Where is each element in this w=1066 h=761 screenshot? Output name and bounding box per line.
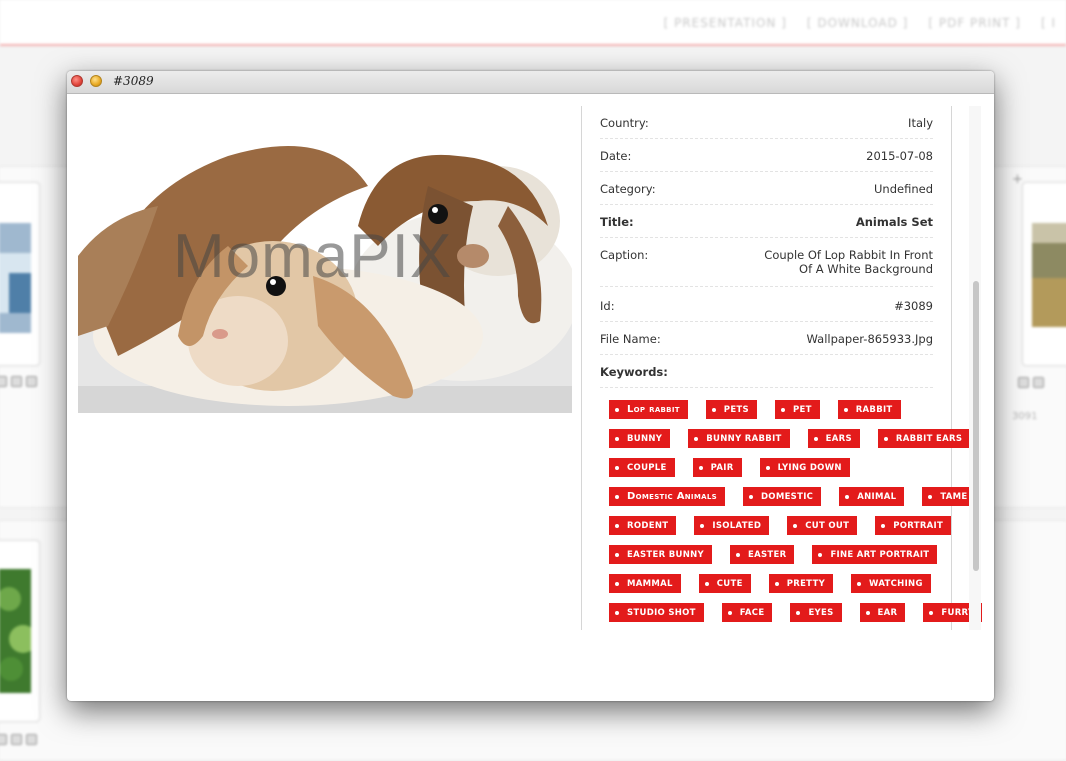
keyword-row: STUDIO SHOT FACE EYES EAR FURRY bbox=[609, 603, 983, 622]
detail-value: Wallpaper-865933.Jpg bbox=[806, 332, 933, 346]
detail-label: File Name: bbox=[600, 332, 661, 346]
keyword-tag[interactable]: PET bbox=[774, 400, 820, 419]
detail-value: 2015-07-08 bbox=[866, 149, 933, 163]
scrollbar-thumb[interactable] bbox=[973, 281, 979, 571]
thumbnail-id: 3091 bbox=[1012, 411, 1038, 422]
nav-download[interactable]: [ DOWNLOAD ] bbox=[797, 16, 918, 30]
keyword-tag[interactable]: WATCHING bbox=[851, 574, 931, 593]
keyword-list: Lop rabbit PETS PET RABBIT BUNNY BUNNY R… bbox=[609, 400, 983, 632]
detail-keywords-header: Keywords: bbox=[600, 355, 933, 388]
detail-value: Couple Of Lop Rabbit In Front Of A White… bbox=[764, 248, 933, 276]
keyword-tag[interactable]: BUNNY RABBIT bbox=[688, 429, 790, 448]
detail-caption: Caption: Couple Of Lop Rabbit In Front O… bbox=[600, 238, 933, 287]
column-divider bbox=[581, 106, 582, 630]
keyword-tag[interactable]: EASTER BUNNY bbox=[609, 545, 712, 564]
keyword-tag[interactable]: STUDIO SHOT bbox=[609, 603, 704, 622]
keyword-tag[interactable]: EYES bbox=[790, 603, 842, 622]
photo-detail-window: #3089 MomaPIX Country: Italy Date: 2015-… bbox=[67, 71, 994, 701]
plus-icon[interactable]: + bbox=[1012, 172, 1023, 187]
detail-country: Country: Italy bbox=[600, 106, 933, 139]
detail-label: Category: bbox=[600, 182, 656, 196]
keyword-tag[interactable]: TAME bbox=[922, 487, 976, 506]
keyword-row: RODENT ISOLATED CUT OUT PORTRAIT bbox=[609, 516, 952, 535]
keyword-row: MAMMAL CUTE PRETTY WATCHING bbox=[609, 574, 939, 593]
keyword-row: COUPLE PAIR LYING DOWN bbox=[609, 458, 939, 477]
thumbnail-card[interactable] bbox=[1022, 182, 1066, 366]
keyword-tag[interactable]: MAMMAL bbox=[609, 574, 681, 593]
keyword-tag[interactable]: BUNNY bbox=[609, 429, 671, 448]
keyword-tag[interactable]: Lop rabbit bbox=[609, 400, 688, 419]
keyword-tag[interactable]: EASTER bbox=[729, 545, 795, 564]
thumbnail-image bbox=[1032, 223, 1066, 327]
detail-label: Date: bbox=[600, 149, 632, 163]
detail-label: Caption: bbox=[600, 248, 649, 262]
keyword-tag[interactable]: LYING DOWN bbox=[759, 458, 850, 477]
detail-label: Country: bbox=[600, 116, 649, 130]
keyword-tag[interactable]: EARS bbox=[807, 429, 860, 448]
top-nav: [ PRESENTATION ] [ DOWNLOAD ] [ PDF PRIN… bbox=[654, 16, 1066, 30]
keyword-tag[interactable]: PAIR bbox=[692, 458, 742, 477]
thumbnail-actions[interactable] bbox=[0, 376, 37, 387]
keyword-tag[interactable]: CUT OUT bbox=[787, 516, 858, 535]
detail-file-name: File Name: Wallpaper-865933.Jpg bbox=[600, 322, 933, 355]
keyword-row: EASTER BUNNY EASTER FINE ART PORTRAIT bbox=[609, 545, 939, 564]
nav-pdf-print[interactable]: [ PDF PRINT ] bbox=[918, 16, 1031, 30]
keyword-row: Domestic Animals DOMESTIC ANIMAL TAME bbox=[609, 487, 976, 506]
keyword-tag[interactable]: FINE ART PORTRAIT bbox=[812, 545, 938, 564]
column-divider bbox=[951, 106, 952, 630]
detail-id: Id: #3089 bbox=[600, 287, 933, 322]
keyword-tag[interactable]: COUPLE bbox=[609, 458, 675, 477]
thumbnail-card[interactable] bbox=[0, 540, 40, 722]
keyword-tag[interactable]: PETS bbox=[705, 400, 757, 419]
thumbnail-image bbox=[0, 569, 31, 693]
thumbnail-actions[interactable] bbox=[1018, 377, 1044, 388]
detail-label: Id: bbox=[600, 299, 615, 313]
detail-category: Category: Undefined bbox=[600, 172, 933, 205]
detail-value: Animals Set bbox=[855, 215, 933, 229]
keyword-tag[interactable]: CUTE bbox=[698, 574, 751, 593]
photo-preview: MomaPIX bbox=[78, 106, 572, 413]
keyword-tag[interactable]: ISOLATED bbox=[694, 516, 770, 535]
minimize-icon[interactable] bbox=[90, 75, 102, 87]
detail-value: Undefined bbox=[874, 182, 933, 196]
keyword-tag[interactable]: PRETTY bbox=[768, 574, 834, 593]
window-title: #3089 bbox=[113, 74, 154, 88]
detail-title: Title: Animals Set bbox=[600, 205, 933, 238]
detail-value: #3089 bbox=[894, 299, 933, 313]
detail-date: Date: 2015-07-08 bbox=[600, 139, 933, 172]
nav-more[interactable]: [ I bbox=[1031, 16, 1066, 30]
detail-value: Italy bbox=[908, 116, 933, 130]
keyword-tag[interactable]: EAR bbox=[859, 603, 906, 622]
watermark: MomaPIX bbox=[173, 222, 453, 291]
keyword-tag[interactable]: RODENT bbox=[609, 516, 677, 535]
thumbnail-image bbox=[0, 223, 31, 333]
keyword-tag[interactable]: ANIMAL bbox=[839, 487, 905, 506]
detail-label: Title: bbox=[600, 215, 634, 229]
close-icon[interactable] bbox=[71, 75, 83, 87]
keyword-tag[interactable]: FACE bbox=[721, 603, 773, 622]
keyword-row: BUNNY BUNNY RABBIT EARS RABBIT EARS bbox=[609, 429, 971, 448]
window-titlebar[interactable]: #3089 bbox=[67, 71, 994, 94]
keywords-label: Keywords: bbox=[600, 365, 668, 379]
keyword-tag[interactable]: RABBIT bbox=[837, 400, 901, 419]
keyword-tag[interactable]: PORTRAIT bbox=[875, 516, 952, 535]
keyword-tag[interactable]: RABBIT EARS bbox=[877, 429, 971, 448]
keyword-tag[interactable]: Domestic Animals bbox=[609, 487, 725, 506]
keyword-tag[interactable]: DOMESTIC bbox=[742, 487, 822, 506]
thumbnail-actions[interactable] bbox=[0, 734, 37, 745]
keyword-row: Lop rabbit PETS PET RABBIT bbox=[609, 400, 939, 419]
nav-presentation[interactable]: [ PRESENTATION ] bbox=[654, 16, 797, 30]
thumbnail-card[interactable] bbox=[0, 182, 40, 366]
photo-details: Country: Italy Date: 2015-07-08 Category… bbox=[600, 106, 933, 388]
